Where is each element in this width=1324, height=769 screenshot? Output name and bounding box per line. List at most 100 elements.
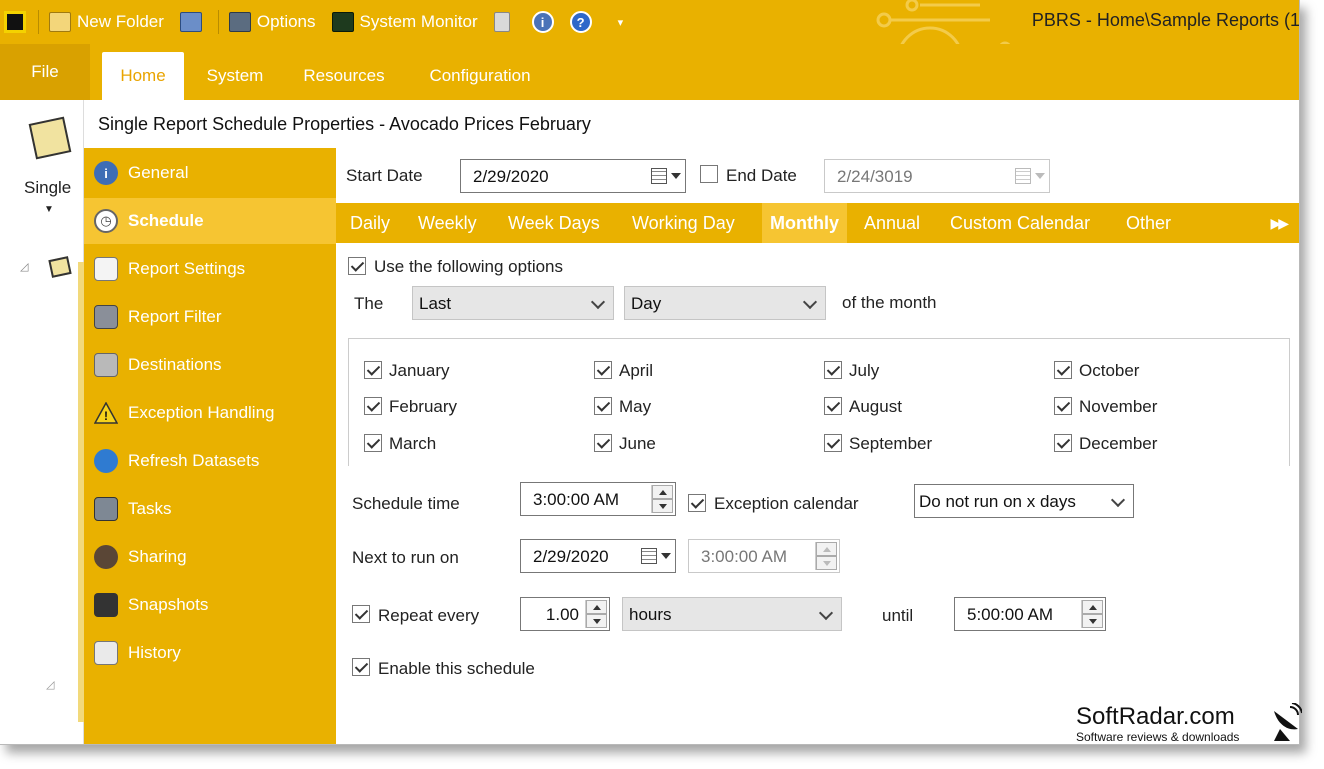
spin-up-icon[interactable]: [586, 600, 607, 614]
tab-system[interactable]: System: [192, 52, 278, 100]
calendar-dropdown-button[interactable]: [641, 546, 671, 566]
options-button[interactable]: Options: [221, 0, 324, 44]
customize-qat-button[interactable]: ▾: [600, 0, 632, 44]
month-checkbox-june[interactable]: [594, 434, 612, 452]
clipboard-button[interactable]: [486, 0, 524, 44]
new-folder-button[interactable]: New Folder: [41, 0, 172, 44]
watermark: SoftRadar.com Software reviews & downloa…: [1074, 703, 1314, 749]
calendar-icon: [651, 168, 667, 184]
end-date-checkbox[interactable]: [700, 165, 718, 183]
move-folder-button[interactable]: [172, 0, 216, 44]
tab-other[interactable]: Other: [1118, 203, 1179, 243]
nav-history[interactable]: History: [84, 630, 336, 676]
schedule-time-label: Schedule time: [352, 494, 460, 513]
tab-weekly[interactable]: Weekly: [410, 203, 485, 243]
end-date-picker[interactable]: 2/24/3019: [824, 159, 1050, 193]
nav-general[interactable]: i General: [84, 150, 336, 196]
month-checkbox-july[interactable]: [824, 361, 842, 379]
spin-up-icon[interactable]: [652, 485, 673, 499]
of-month-label: of the month: [842, 293, 937, 312]
spin-up-icon[interactable]: [1082, 600, 1103, 614]
until-time-input[interactable]: 5:00:00 AM: [954, 597, 1106, 631]
day-dropdown[interactable]: Day: [624, 286, 826, 320]
month-checkbox-january[interactable]: [364, 361, 382, 379]
next-run-time-input[interactable]: 3:00:00 AM: [688, 539, 840, 573]
calendar-dropdown-button[interactable]: [651, 166, 681, 186]
tab-week-days[interactable]: Week Days: [500, 203, 608, 243]
folder-tree[interactable]: ◿ ◿: [0, 250, 84, 744]
nav-tasks[interactable]: Tasks: [84, 486, 336, 532]
single-button[interactable]: Single ▼: [0, 100, 84, 250]
nav-schedule[interactable]: ◷ Schedule: [84, 198, 336, 244]
month-label: November: [1079, 397, 1158, 416]
nav-sharing[interactable]: Sharing: [84, 534, 336, 580]
new-folder-label: New Folder: [77, 12, 164, 31]
start-date-picker[interactable]: 2/29/2020: [460, 159, 686, 193]
month-checkbox-november[interactable]: [1054, 397, 1072, 415]
folder-move-icon: [179, 12, 202, 32]
repeat-every-checkbox[interactable]: [352, 605, 370, 623]
tab-monthly[interactable]: Monthly: [762, 203, 847, 243]
tab-configuration[interactable]: Configuration: [412, 52, 548, 100]
time-spinner[interactable]: [1081, 600, 1103, 628]
nav-label: History: [128, 643, 181, 662]
use-options-label: Use the following options: [374, 257, 564, 276]
value-spinner[interactable]: [585, 600, 607, 628]
exception-option-dropdown[interactable]: Do not run on x days: [914, 484, 1134, 518]
spin-down-icon[interactable]: [1082, 614, 1103, 628]
nav-snapshots[interactable]: Snapshots: [84, 582, 336, 628]
month-label: December: [1079, 434, 1158, 453]
spin-down-icon[interactable]: [816, 556, 837, 570]
month-checkbox-february[interactable]: [364, 397, 382, 415]
schedule-time-input[interactable]: 3:00:00 AM: [520, 482, 676, 516]
repeat-unit-dropdown[interactable]: hours: [622, 597, 842, 631]
calendar-dropdown-button[interactable]: [1015, 166, 1045, 186]
nav-refresh-datasets[interactable]: Refresh Datasets: [84, 438, 336, 484]
info-button[interactable]: i: [524, 0, 562, 44]
tab-working-day[interactable]: Working Day: [624, 203, 743, 243]
spin-up-icon[interactable]: [816, 542, 837, 556]
spin-down-icon[interactable]: [586, 614, 607, 628]
system-monitor-label: System Monitor: [359, 12, 478, 31]
nav-label: Schedule: [128, 211, 204, 230]
tree-expand-icon[interactable]: ◿: [20, 260, 28, 273]
repeat-every-label: Repeat every: [378, 606, 480, 625]
month-checkbox-october[interactable]: [1054, 361, 1072, 379]
time-spinner[interactable]: [815, 542, 837, 570]
help-button[interactable]: ?: [562, 0, 600, 44]
tab-custom-calendar[interactable]: Custom Calendar: [942, 203, 1098, 243]
time-spinner[interactable]: [651, 485, 673, 513]
month-checkbox-march[interactable]: [364, 434, 382, 452]
month-checkbox-april[interactable]: [594, 361, 612, 379]
dialog-title: Single Report Schedule Properties - Avoc…: [84, 100, 1299, 148]
options-icon: [228, 12, 251, 32]
month-label: March: [389, 434, 437, 453]
repeat-value-input[interactable]: 1.00: [520, 597, 610, 631]
month-checkbox-december[interactable]: [1054, 434, 1072, 452]
tab-daily[interactable]: Daily: [342, 203, 398, 243]
next-run-date-picker[interactable]: 2/29/2020: [520, 539, 676, 573]
enable-schedule-checkbox[interactable]: [352, 658, 370, 676]
nav-report-filter[interactable]: Report Filter: [84, 294, 336, 340]
month-checkbox-may[interactable]: [594, 397, 612, 415]
use-options-checkbox[interactable]: [348, 257, 366, 275]
tab-resources[interactable]: Resources: [290, 52, 398, 100]
exception-calendar-checkbox[interactable]: [688, 494, 706, 512]
month-checkbox-august[interactable]: [824, 397, 842, 415]
month-checkbox-september[interactable]: [824, 434, 842, 452]
tree-expand-icon[interactable]: ◿: [46, 678, 54, 691]
nav-exception-handling[interactable]: ! Exception Handling: [84, 390, 336, 436]
ordinal-dropdown[interactable]: Last: [412, 286, 614, 320]
single-report-icon: [28, 116, 72, 160]
tab-file[interactable]: File: [0, 44, 90, 100]
system-monitor-button[interactable]: System Monitor: [324, 0, 486, 44]
nav-report-settings[interactable]: Report Settings: [84, 246, 336, 292]
app-icon[interactable]: [4, 11, 26, 33]
tab-home[interactable]: Home: [102, 52, 184, 100]
scroll-right-icon[interactable]: ▶▶: [1270, 215, 1288, 232]
tab-annual[interactable]: Annual: [856, 203, 928, 243]
until-time-value: 5:00:00 AM: [967, 605, 1054, 624]
month-label: September: [849, 434, 933, 453]
nav-destinations[interactable]: Destinations: [84, 342, 336, 388]
spin-down-icon[interactable]: [652, 499, 673, 513]
